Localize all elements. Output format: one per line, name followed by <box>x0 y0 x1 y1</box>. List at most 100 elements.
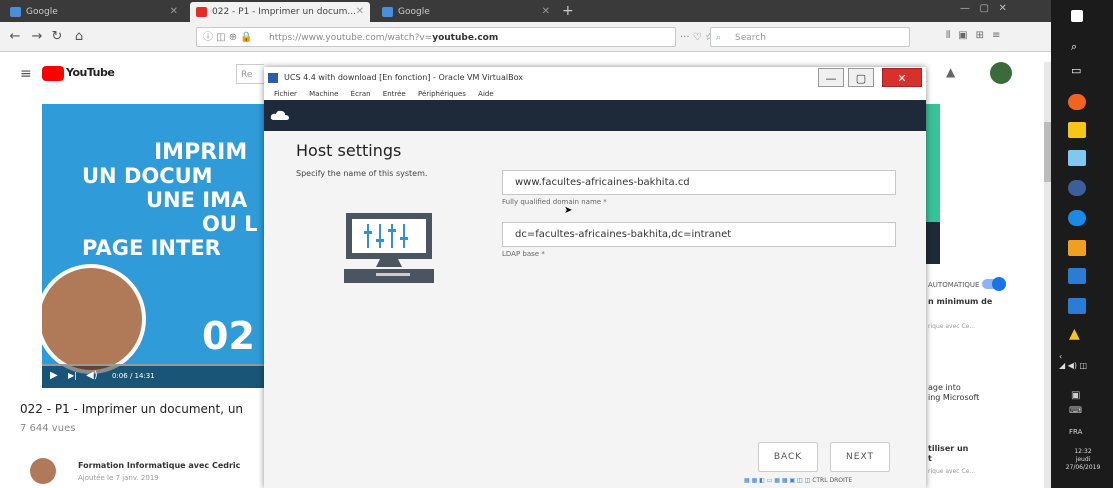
new-tab-button[interactable]: + <box>562 2 574 20</box>
tab-label: 022 - P1 - Imprimer un docum... <box>212 7 356 17</box>
home-icon[interactable]: ⌂ <box>70 28 88 46</box>
youtube-icon <box>196 7 207 17</box>
menu-item-entree[interactable]: Entrée <box>383 90 406 98</box>
windows-taskbar: ⌕ ▭ ▲ ‹ ◢ ◀) ◫ ▣ ⌨ FRA 12:32 jeudi 27/06/… <box>1051 0 1113 488</box>
episode-number: 02 <box>202 314 255 358</box>
tab-google-2[interactable]: Google ✕ <box>376 2 556 22</box>
autoplay-toggle[interactable] <box>982 277 1006 291</box>
maximize-button[interactable]: ▢ <box>848 68 874 87</box>
tray-icons[interactable]: ‹ ◢ ◀) ◫ <box>1059 352 1087 370</box>
language-indicator[interactable]: FRA <box>1069 428 1082 436</box>
youtube-logo-icon[interactable] <box>42 66 64 81</box>
network-icon[interactable]: ▣ <box>1071 390 1080 401</box>
settings-computer-icon <box>344 213 434 283</box>
minimize-button[interactable]: — <box>818 68 844 87</box>
vm-titlebar[interactable]: UCS 4.4 with download [En fonction] - Or… <box>264 67 926 89</box>
progress-bar[interactable] <box>42 364 264 366</box>
recommended-title[interactable]: tiliser un <box>928 444 968 453</box>
recommended-title[interactable]: age into <box>928 383 961 392</box>
channel-avatar[interactable] <box>30 458 56 484</box>
close-icon[interactable]: ✕ <box>542 2 550 22</box>
clock-date: 27/06/2019 <box>1065 464 1101 471</box>
youtube-logo-text: YouTube <box>66 66 115 79</box>
task-view-icon[interactable]: ▭ <box>1071 64 1081 77</box>
next-icon[interactable]: ▶| <box>68 371 77 380</box>
player-controls: ▶ ▶| ◀) 0:06 / 14:31 <box>42 366 264 388</box>
volume-icon[interactable]: ◀) <box>86 370 98 381</box>
word-icon[interactable] <box>1068 268 1086 284</box>
youtube-search-input[interactable]: Re <box>236 64 264 84</box>
video-text-line: UN DOCUM <box>82 164 213 188</box>
firefox-icon[interactable] <box>1068 94 1086 110</box>
menu-item-aide[interactable]: Aide <box>478 90 493 98</box>
url-bar[interactable]: ⓘ ◫ ⊕ 🔒 https://www.youtube.com/watch?v=… <box>196 27 676 47</box>
clock[interactable]: 12:32 jeudi 27/06/2019 <box>1061 448 1105 472</box>
search-icon[interactable]: ⌕ <box>1071 40 1077 54</box>
recommended-title[interactable]: t <box>928 454 932 463</box>
video-text-line: PAGE INTER <box>82 236 221 260</box>
virtualbox-window: UCS 4.4 with download [En fonction] - Or… <box>264 67 926 488</box>
vm-window-title: UCS 4.4 with download [En fonction] - Or… <box>284 73 523 82</box>
next-button[interactable]: NEXT <box>830 442 890 472</box>
app-icon[interactable] <box>1068 210 1086 226</box>
view-count: 7 644 vues <box>20 423 76 434</box>
reload-icon[interactable]: ↻ <box>48 28 66 46</box>
windows-start-icon[interactable] <box>1071 10 1083 22</box>
app-icon[interactable] <box>1068 240 1086 256</box>
tab-google-1[interactable]: Google ✕ <box>4 2 184 22</box>
globe-icon <box>382 7 393 17</box>
back-button[interactable]: BACK <box>758 442 818 472</box>
ucs-header <box>264 100 926 131</box>
app-icon[interactable] <box>1068 150 1086 166</box>
lock-icon: ⓘ ◫ ⊕ 🔒 <box>203 32 253 43</box>
virtualbox-icon <box>268 73 278 83</box>
virtualbox-taskbar-icon[interactable] <box>1068 180 1086 196</box>
menu-item-ecran[interactable]: Écran <box>351 90 371 98</box>
video-time: 0:06 / 14:31 <box>112 372 155 380</box>
description-text: Specify the name of this system. <box>296 169 428 178</box>
video-text-line: OU L <box>202 212 258 236</box>
setup-content: Host settings Specify the name of this s… <box>264 131 926 488</box>
fqdn-label: Fully qualified domain name * <box>502 198 607 206</box>
back-arrow-icon[interactable]: ← <box>6 28 24 46</box>
recommended-title[interactable]: ing Microsoft <box>928 393 979 402</box>
play-icon[interactable]: ▶ <box>50 370 58 381</box>
host-key-label: CTRL DROITE <box>812 477 853 484</box>
tab-label: Google <box>26 7 58 17</box>
page-scrollbar[interactable] <box>1044 62 1051 488</box>
browser-navbar: ← → ↻ ⌂ ⓘ ◫ ⊕ 🔒 https://www.youtube.com/… <box>0 22 1051 52</box>
avatar[interactable] <box>990 62 1012 84</box>
notifications-icon[interactable]: ▲ <box>946 65 955 79</box>
close-icon[interactable]: ✕ <box>356 2 364 22</box>
search-placeholder: Search <box>735 33 766 43</box>
folder-icon[interactable] <box>1068 122 1086 138</box>
menu-item-machine[interactable]: Machine <box>309 90 338 98</box>
tab-youtube[interactable]: 022 - P1 - Imprimer un docum... ✕ <box>190 2 370 22</box>
tab-label: Google <box>398 7 430 17</box>
recommended-title[interactable]: n minimum de <box>928 297 992 306</box>
menu-item-fichier[interactable]: Fichier <box>274 90 297 98</box>
toolbar-icons[interactable]: ⫴▣⊞≡ <box>946 30 1008 41</box>
recommended-channel: rique avec Ce... <box>928 468 976 475</box>
recommended-thumbnail-dark <box>926 222 940 264</box>
ldap-base-input[interactable]: dc=facultes-africaines-bakhita,dc=intran… <box>502 222 896 247</box>
keyboard-icon[interactable]: ⌨ <box>1069 406 1082 416</box>
fqdn-value: www.facultes-africaines-bakhita.cd <box>515 177 690 188</box>
channel-name[interactable]: Formation Informatique avec Cedric <box>78 461 240 470</box>
url-text: https://www.youtube.com/watch?v= <box>269 33 433 43</box>
window-controls[interactable]: — ▢ ✕ <box>960 3 1007 14</box>
vlc-icon[interactable]: ▲ <box>1069 326 1080 342</box>
autoplay-label: AUTOMATIQUE <box>928 281 980 289</box>
video-text-line: UNE IMA <box>146 188 248 212</box>
hamburger-menu-icon[interactable]: ≡ <box>20 66 32 82</box>
video-player[interactable]: IMPRIM UN DOCUM UNE IMA OU L PAGE INTER … <box>42 104 264 388</box>
word-icon[interactable] <box>1068 298 1086 314</box>
menu-item-peripheriques[interactable]: Périphériques <box>418 90 466 98</box>
close-button[interactable]: ✕ <box>882 68 922 87</box>
search-input[interactable]: ⌕ Search <box>710 27 910 47</box>
forward-arrow-icon[interactable]: → <box>28 28 46 46</box>
fqdn-input[interactable]: www.facultes-africaines-bakhita.cd <box>502 170 896 195</box>
close-icon[interactable]: ✕ <box>170 2 178 22</box>
presenter-photo <box>42 264 146 374</box>
page-actions-icon[interactable]: ··· ♡ ☆ <box>680 32 714 43</box>
